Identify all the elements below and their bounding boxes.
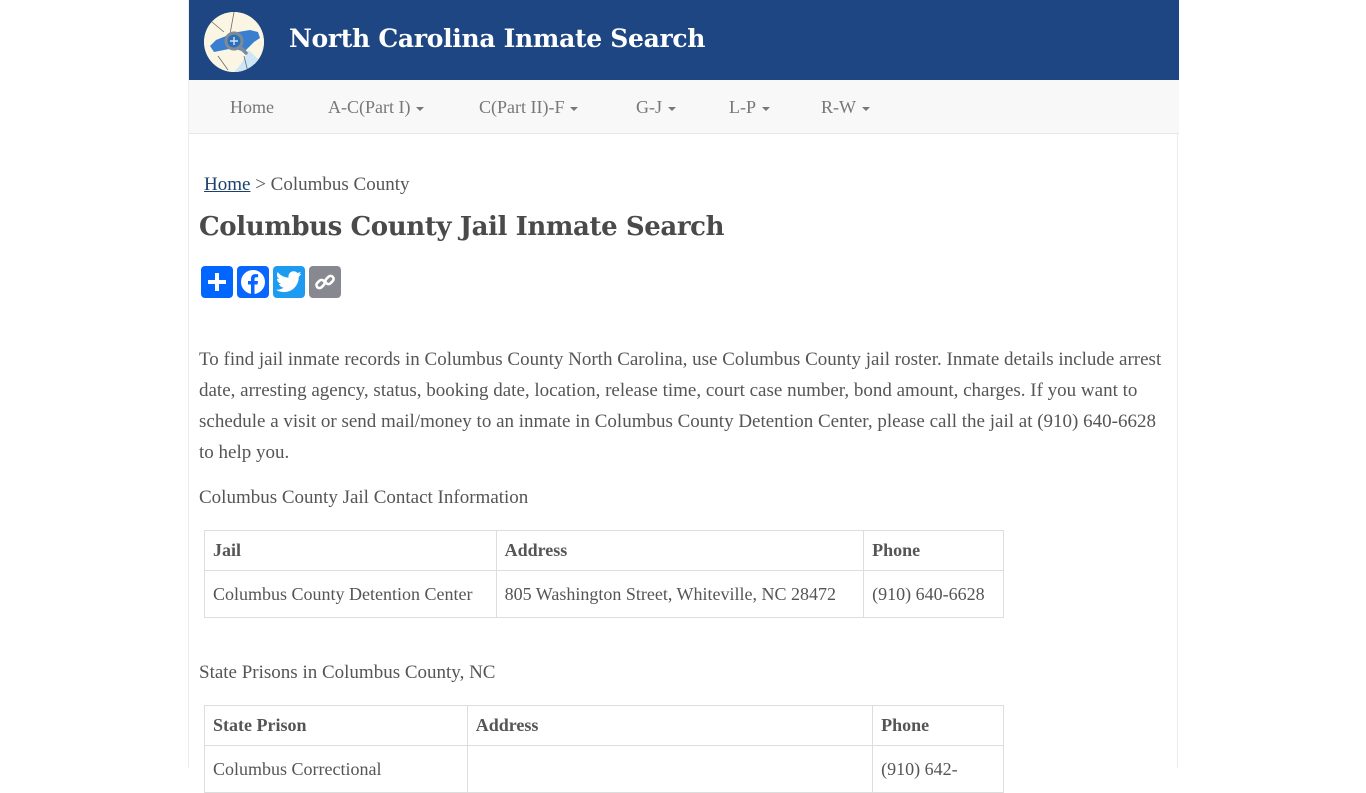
breadcrumb-home-link[interactable]: Home — [204, 174, 250, 195]
nav-dropdown-l-p[interactable]: L-P — [729, 80, 770, 134]
table-header-row: State Prison Address Phone — [204, 705, 1004, 746]
breadcrumb-current: Columbus County — [270, 174, 410, 195]
intro-paragraph: To find jail inmate records in Columbus … — [199, 349, 1162, 463]
column-header: Phone — [863, 530, 1004, 571]
column-header: State Prison — [204, 705, 468, 746]
nav-dropdown-g-j[interactable]: G-J — [636, 80, 676, 134]
nav-label: A-C(Part I) — [328, 97, 411, 117]
nav-dropdown-r-w[interactable]: R-W — [821, 80, 870, 134]
caret-down-icon — [668, 106, 676, 111]
nav-dropdown-c-part-2-f[interactable]: C(Part II)-F — [479, 80, 579, 134]
page-container: North Carolina Inmate Search Home A-C(Pa… — [188, 0, 1179, 793]
jail-phone-cell: (910) 640-6628 — [863, 570, 1004, 618]
caret-down-icon — [570, 106, 579, 111]
jail-name-cell: Columbus County Detention Center — [204, 570, 497, 618]
nav-home[interactable]: Home — [230, 80, 274, 134]
caret-down-icon — [762, 106, 770, 111]
nav-label: L-P — [729, 97, 756, 117]
twitter-share-button[interactable] — [273, 266, 305, 298]
share-buttons — [201, 266, 341, 298]
nav-label: R-W — [821, 97, 856, 117]
jail-address-cell: 805 Washington Street, Whiteville, NC 28… — [495, 570, 865, 618]
main-nav: Home A-C(Part I) C(Part II)-F G-J L-P R-… — [189, 80, 1179, 134]
nav-home-label: Home — [230, 97, 274, 117]
prison-address-cell — [466, 745, 874, 793]
twitter-icon — [276, 271, 302, 293]
state-prisons-table: State Prison Address Phone Columbus Corr… — [204, 705, 1004, 793]
nav-dropdown-a-c-part-1[interactable]: A-C(Part I) — [328, 80, 425, 134]
site-header: North Carolina Inmate Search — [189, 0, 1179, 80]
table-row: Columbus County Detention Center 805 Was… — [204, 570, 1004, 618]
facebook-share-button[interactable] — [237, 266, 269, 298]
column-header: Phone — [872, 705, 1004, 746]
page-title: Columbus County Jail Inmate Search — [199, 212, 725, 242]
nc-map-logo-icon[interactable] — [204, 12, 264, 72]
link-icon — [315, 274, 335, 290]
nav-label: G-J — [636, 97, 662, 117]
caret-down-icon — [416, 106, 425, 111]
jail-contact-table: Jail Address Phone Columbus County Deten… — [204, 530, 1004, 618]
copy-link-button[interactable] — [309, 266, 341, 298]
table-row: Columbus Correctional (910) 642- — [204, 745, 1004, 793]
breadcrumb: Home > Columbus County — [204, 174, 409, 196]
share-button[interactable] — [201, 266, 233, 298]
prison-phone-cell: (910) 642- — [872, 745, 1004, 793]
prison-name-cell: Columbus Correctional — [204, 745, 468, 793]
column-header: Address — [495, 530, 865, 571]
plus-icon — [208, 273, 226, 291]
site-title[interactable]: North Carolina Inmate Search — [289, 24, 705, 53]
column-header: Address — [466, 705, 874, 746]
column-header: Jail — [204, 530, 497, 571]
jail-contact-heading: Columbus County Jail Contact Information — [199, 487, 529, 508]
facebook-icon — [241, 270, 265, 294]
state-prisons-heading: State Prisons in Columbus County, NC — [199, 662, 496, 683]
caret-down-icon — [862, 106, 870, 111]
table-header-row: Jail Address Phone — [204, 530, 1004, 571]
breadcrumb-separator: > — [255, 174, 266, 195]
nav-label: C(Part II)-F — [479, 97, 565, 117]
